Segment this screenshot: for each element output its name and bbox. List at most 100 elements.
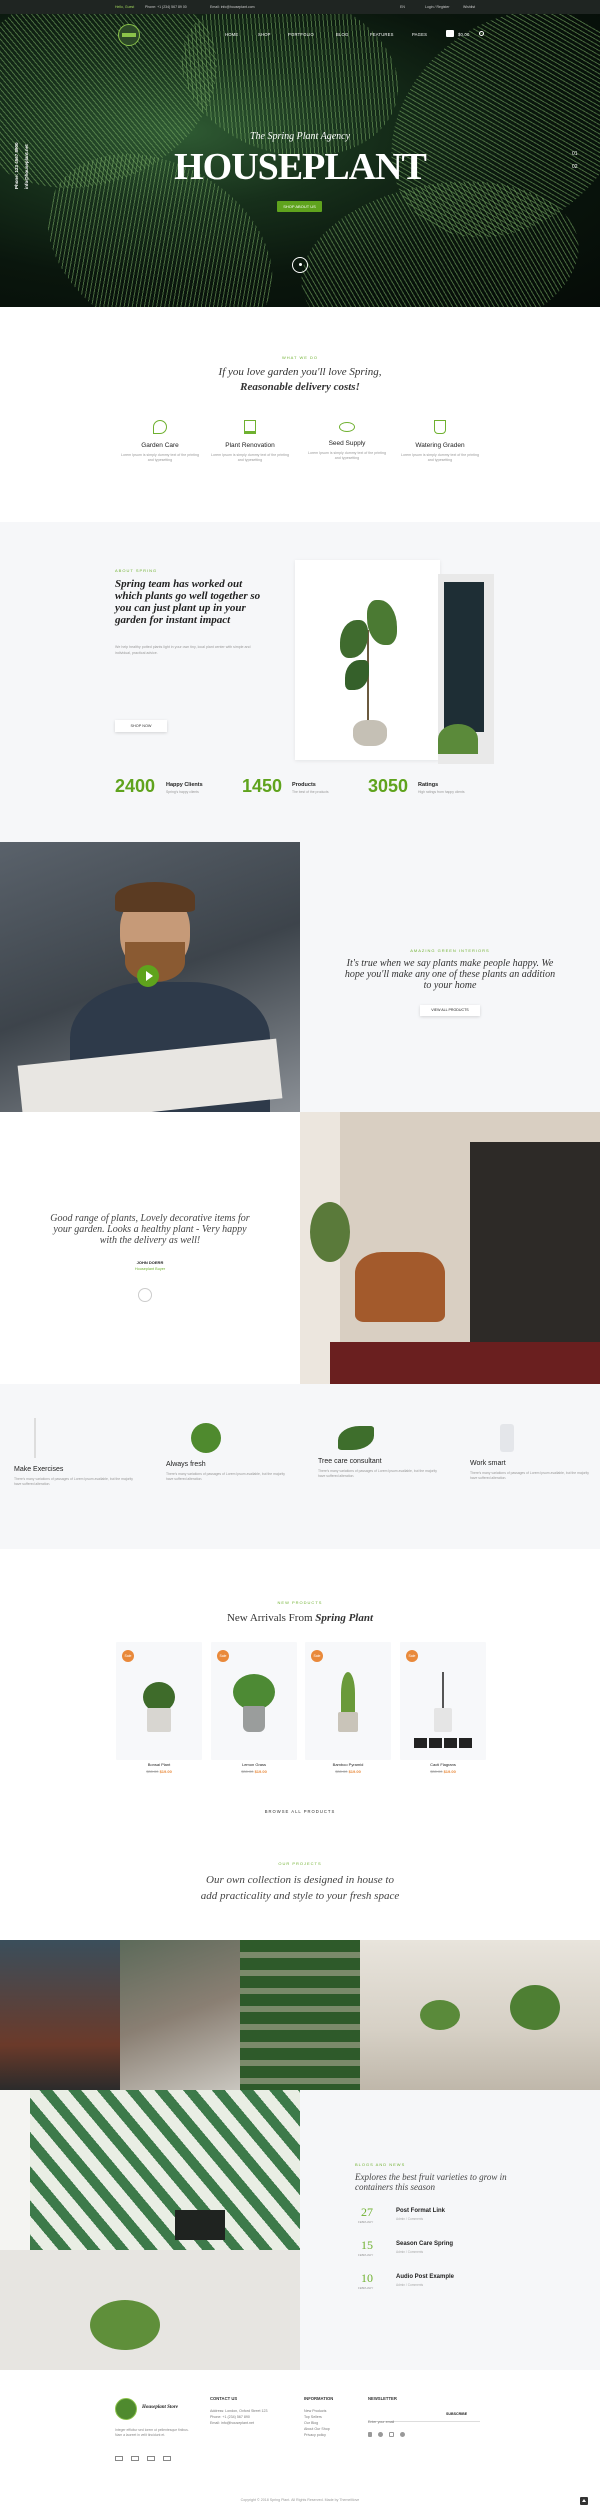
- quote-arrow-icon[interactable]: [138, 1288, 152, 1302]
- blog-post-title[interactable]: Post Format Link: [396, 2208, 445, 2214]
- stat-products-sub: The best of the products: [292, 790, 329, 794]
- hero-side-phone: Phone: 123 4567 8900: [14, 142, 19, 189]
- service-exercises: Make Exercises There's many variations o…: [14, 1418, 134, 1487]
- scroll-down-icon[interactable]: [292, 257, 308, 273]
- blog-post-day: 15: [361, 2238, 373, 2252]
- cart-total[interactable]: $0.00: [458, 32, 469, 37]
- service-fresh: Always fresh There's many variations of …: [166, 1418, 286, 1482]
- account-link[interactable]: Login / Register: [425, 5, 450, 9]
- newsletter-email-input[interactable]: [368, 2417, 438, 2427]
- leaf-icon: [153, 420, 167, 434]
- nav-blog[interactable]: BLOG: [336, 32, 348, 37]
- top-bar: Hello, Guest Phone: +1 (234) 567 89 00 E…: [0, 0, 600, 14]
- subscribe-button[interactable]: SUBSCRIBE: [446, 2412, 467, 2416]
- logo[interactable]: [118, 24, 140, 46]
- blog-post-title[interactable]: Audio Post Example: [396, 2274, 454, 2280]
- service-tree-care: Tree care consultant There's many variat…: [318, 1418, 438, 1479]
- project-image-3[interactable]: [240, 1940, 360, 2090]
- project-image-4[interactable]: [360, 1940, 600, 2090]
- cart-icon[interactable]: [446, 30, 454, 37]
- product-card[interactable]: Sale Cacti Flagrans $30.00 $19.00: [400, 1642, 486, 1774]
- service-title: Tree care consultant: [318, 1458, 382, 1465]
- feature-garden-care: Garden Care Lorem Ipsum is simply dummy …: [118, 420, 202, 463]
- seed-icon: [339, 422, 355, 432]
- back-to-top-button[interactable]: [580, 2497, 588, 2505]
- feature-text: Lorem Ipsum is simply dummy text of the …: [400, 453, 480, 462]
- nav-home[interactable]: HOME: [225, 32, 238, 37]
- copyright: Copyright © 2018 Spring Plant. All Right…: [240, 2498, 360, 2502]
- old-price: $30.00: [241, 1769, 254, 1774]
- products-title-text: New Arrivals From: [226, 1612, 313, 1624]
- nav-shop[interactable]: SHOP: [258, 32, 271, 37]
- hero-title: HOUSEPLANT: [174, 146, 427, 188]
- product-name[interactable]: Bonsai Plant: [116, 1762, 202, 1767]
- wishlist-link[interactable]: Wishlist: [463, 5, 475, 9]
- lang-select[interactable]: EN: [400, 5, 405, 9]
- blog-post-day: 10: [361, 2271, 373, 2285]
- nav-portfolio[interactable]: PORTFOLIO: [288, 32, 314, 37]
- instagram-icon[interactable]: [389, 2432, 394, 2437]
- project-image-1[interactable]: [0, 1940, 120, 2090]
- feature-title: Watering Graden: [415, 442, 465, 449]
- sale-badge: Sale: [406, 1650, 418, 1662]
- search-icon[interactable]: [479, 31, 484, 36]
- blog-post-day: 27: [361, 2205, 373, 2219]
- blog-panel: [300, 2090, 600, 2370]
- blog-headline: Explores the best fruit varieties to gro…: [355, 2172, 507, 2192]
- phone-text: Phone: +1 (234) 567 89 00: [145, 5, 187, 9]
- service-text: There's many variations of passages of L…: [318, 1469, 438, 1478]
- play-video-button[interactable]: [137, 965, 159, 987]
- project-image-2[interactable]: [120, 1940, 240, 2090]
- sale-badge: Sale: [122, 1650, 134, 1662]
- product-card[interactable]: Sale Lemon Grass $30.00 $19.00: [211, 1642, 297, 1774]
- newsletter-heading: NEWSLETTER: [368, 2396, 397, 2401]
- nav-features[interactable]: FEATURES: [370, 32, 394, 37]
- hero-button[interactable]: SHOP ABOUT US: [277, 201, 322, 212]
- product-price: $30.00 $19.00: [116, 1769, 202, 1774]
- about-shop-button[interactable]: SHOP NOW: [115, 720, 167, 732]
- mastercard-icon: [131, 2456, 139, 2461]
- blog-post-month: FEBRUARY: [358, 2286, 374, 2290]
- slide-dot-2[interactable]: 02: [572, 164, 578, 170]
- feature-title: Garden Care: [141, 442, 179, 449]
- product-card[interactable]: Sale Bamboo Pyramid $30.00 $19.00: [305, 1642, 391, 1774]
- stat-clients-sub: Spring's happy clients: [166, 790, 199, 794]
- hero-side-email: info@houseplant.net: [24, 144, 29, 189]
- feature-text: Lorem Ipsum is simply dummy text of the …: [307, 451, 387, 460]
- product-name[interactable]: Cacti Flagrans: [400, 1762, 486, 1767]
- service-title: Make Exercises: [14, 1466, 64, 1473]
- browse-all-link[interactable]: BROWSE ALL PRODUCTS: [0, 1809, 600, 1814]
- product-name[interactable]: Bamboo Pyramid: [305, 1762, 391, 1767]
- contact-email[interactable]: Email: info@houseplant.net: [210, 2420, 290, 2426]
- blog-photo: [0, 2090, 300, 2370]
- hero-subtitle: The Spring Plant Agency: [249, 131, 351, 142]
- blog-post-title[interactable]: Season Care Spring: [396, 2241, 453, 2247]
- sale-badge: Sale: [217, 1650, 229, 1662]
- watering-can-icon: [434, 420, 446, 434]
- sale-badge: Sale: [311, 1650, 323, 1662]
- twitter-icon[interactable]: [378, 2432, 383, 2437]
- product-name[interactable]: Lemon Grass: [211, 1762, 297, 1767]
- footer-logo[interactable]: [115, 2398, 137, 2420]
- products-title-em: Spring Plant: [315, 1612, 374, 1624]
- slide-dot-1[interactable]: 01: [572, 151, 578, 157]
- google-plus-icon[interactable]: [400, 2432, 405, 2437]
- blog-post-month: FEBRUARY: [358, 2220, 374, 2224]
- service-text: There's many variations of passages of L…: [470, 1471, 590, 1480]
- sale-price: $19.00: [159, 1769, 172, 1774]
- collection-text: Our own collection is designed in house …: [200, 1874, 400, 1902]
- main-nav: HOME SHOP PORTFOLIO BLOG FEATURES PAGES …: [0, 14, 600, 50]
- nav-pages[interactable]: PAGES: [412, 32, 427, 37]
- view-all-products-button[interactable]: VIEW ALL PRODUCTS: [420, 1005, 480, 1016]
- facebook-icon[interactable]: [368, 2432, 372, 2437]
- feature-title: Seed Supply: [328, 440, 366, 447]
- feature-text: Lorem Ipsum is simply dummy text of the …: [120, 453, 200, 462]
- sale-price: $19.00: [254, 1769, 267, 1774]
- feature-text: Lorem Ipsum is simply dummy text of the …: [210, 453, 290, 462]
- stat-ratings-num: 3050: [368, 776, 409, 796]
- old-price: $30.00: [146, 1769, 159, 1774]
- product-card[interactable]: Sale Bonsai Plant $30.00 $19.00: [116, 1642, 202, 1774]
- plant-icon: [244, 420, 256, 434]
- stat-clients-num: 2400: [115, 776, 156, 796]
- footer-about: Integer efficitur sed lorem ut pellentes…: [115, 2428, 189, 2437]
